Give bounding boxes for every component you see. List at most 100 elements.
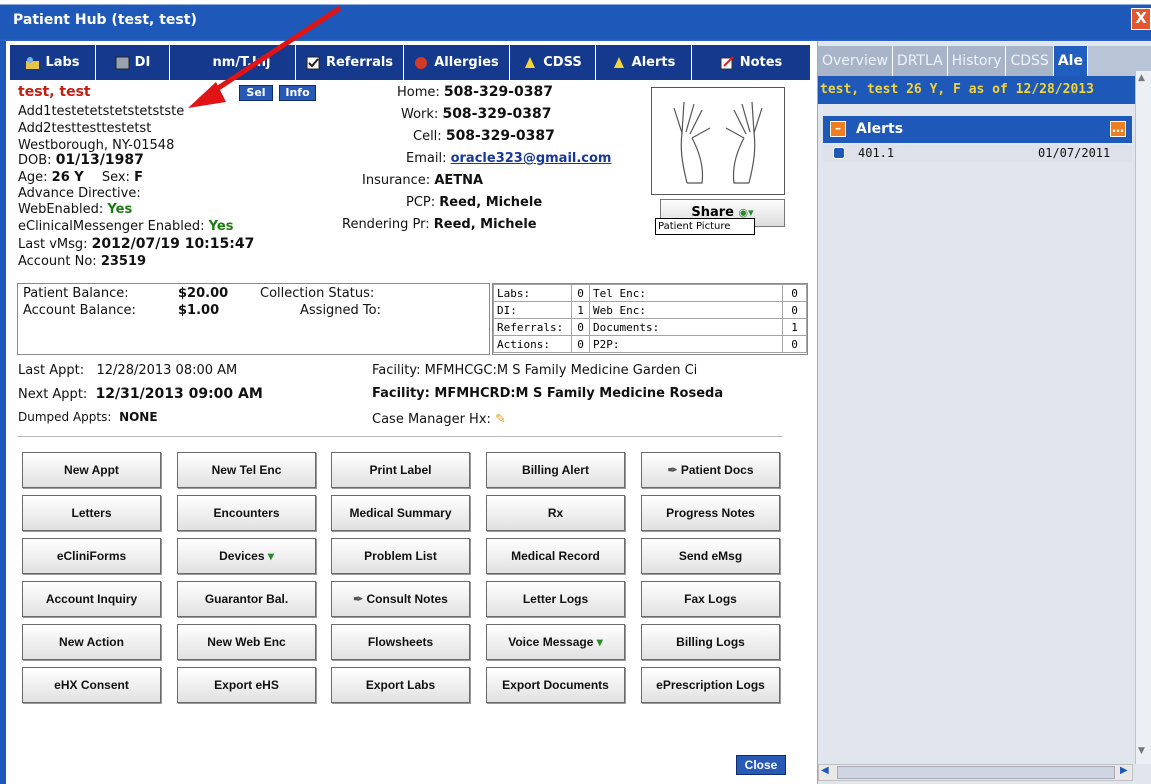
- tab-alerts-side[interactable]: Ale: [1053, 46, 1088, 76]
- devices-button[interactable]: Devices ▾: [177, 538, 316, 574]
- tab-notes[interactable]: Notes: [692, 45, 810, 80]
- paperclip-icon: ✒: [353, 592, 367, 606]
- fax-logs-button[interactable]: Fax Logs: [641, 581, 780, 617]
- button-label: Consult Notes: [366, 592, 448, 606]
- scroll-up-icon[interactable]: ▲: [1138, 73, 1145, 83]
- button-label: ePrescription Logs: [656, 678, 765, 692]
- tab-label: DI: [134, 55, 151, 70]
- tab-drtla[interactable]: DRTLA: [892, 46, 948, 76]
- progress-notes-button[interactable]: Progress Notes: [641, 495, 780, 531]
- count-label: Web Enc:: [589, 301, 783, 319]
- alert-code: 401.1: [858, 146, 895, 160]
- alert-bullet-icon: [833, 147, 845, 159]
- tab-di[interactable]: DI: [96, 45, 170, 80]
- close-button[interactable]: Close: [736, 755, 786, 775]
- last-appt-line: Last Appt: 12/28/2013 08:00 AM: [18, 363, 238, 378]
- last-appt-facility: Facility: MFMHCGC:M S Family Medicine Ga…: [372, 363, 698, 378]
- button-label: New Action: [59, 635, 124, 649]
- sel-button[interactable]: Sel: [239, 85, 273, 101]
- hub-tab-bar: Labs DI nm/T.Inj Referrals Allergies CDS…: [10, 45, 810, 80]
- advance-directive: Advance Directive:: [18, 186, 141, 201]
- scroll-thumb[interactable]: [837, 766, 1115, 779]
- button-label: New Tel Enc: [211, 463, 282, 477]
- tab-allergies[interactable]: Allergies: [404, 45, 510, 80]
- button-label: Problem List: [364, 549, 437, 563]
- info-button[interactable]: Info: [279, 85, 316, 101]
- billing-alert-button[interactable]: Billing Alert: [486, 452, 625, 488]
- more-options-icon[interactable]: …: [1110, 121, 1126, 137]
- tab-cdss[interactable]: CDSS: [510, 45, 596, 80]
- rx-button[interactable]: Rx: [486, 495, 625, 531]
- case-manager-icon[interactable]: ✎: [495, 412, 506, 427]
- medical-record-button[interactable]: Medical Record: [486, 538, 625, 574]
- table-row: DI: 1 Web Enc: 0: [493, 301, 807, 319]
- messenger-line: eClinicalMessenger Enabled: Yes: [18, 219, 234, 234]
- letters-button[interactable]: Letters: [22, 495, 161, 531]
- patient-photo[interactable]: [651, 87, 785, 195]
- button-label: New Web Enc: [207, 635, 286, 649]
- table-row: Referrals: 0 Documents: 1: [493, 318, 807, 336]
- email-line: Email: oracle323@gmail.com: [406, 151, 612, 166]
- patient-balance-value: $20.00: [178, 286, 229, 301]
- window-close-button[interactable]: X: [1131, 8, 1151, 30]
- scroll-down-icon[interactable]: ▼: [1138, 746, 1145, 756]
- send-emsg-button[interactable]: Send eMsg: [641, 538, 780, 574]
- email-link[interactable]: oracle323@gmail.com: [451, 151, 612, 166]
- button-label: Rx: [547, 506, 564, 520]
- new-action-button[interactable]: New Action: [22, 624, 161, 660]
- export-labs-button[interactable]: Export Labs: [331, 667, 470, 703]
- guarantor-bal-button[interactable]: Guarantor Bal.: [177, 581, 316, 617]
- alert-row[interactable]: 401.1 01/07/2011: [823, 145, 1132, 162]
- vertical-scrollbar[interactable]: ▲ ▼: [1135, 71, 1151, 764]
- scroll-right-icon[interactable]: ▶: [1120, 765, 1128, 776]
- medical-summary-button[interactable]: Medical Summary: [331, 495, 470, 531]
- horizontal-scrollbar[interactable]: ◀ ▶: [818, 764, 1133, 781]
- patient-name: test, test: [18, 84, 91, 100]
- new-appt-button[interactable]: New Appt: [22, 452, 161, 488]
- tab-history[interactable]: History: [947, 46, 1007, 76]
- collapse-icon[interactable]: –: [830, 121, 846, 137]
- billing-logs-button[interactable]: Billing Logs: [641, 624, 780, 660]
- address-line-1: Add1testetetstetstetstste: [18, 104, 185, 119]
- eprescription-logs-button[interactable]: ePrescription Logs: [641, 667, 780, 703]
- print-label-button[interactable]: Print Label: [331, 452, 470, 488]
- dumped-appts-line: Dumped Appts: NONE: [18, 410, 158, 424]
- scroll-left-icon[interactable]: ◀: [821, 765, 829, 776]
- button-label: Medical Record: [511, 549, 600, 563]
- button-label: Patient Docs: [680, 463, 754, 477]
- problem-list-button[interactable]: Problem List: [331, 538, 470, 574]
- tab-alerts[interactable]: Alerts: [596, 45, 692, 80]
- tab-overview[interactable]: Overview: [818, 46, 893, 76]
- export-ehs-button[interactable]: Export eHS: [177, 667, 316, 703]
- button-label: Letter Logs: [522, 592, 589, 606]
- ecliniforms-button[interactable]: eCliniForms: [22, 538, 161, 574]
- insurance-line: Insurance: AETNA: [362, 173, 484, 188]
- bell-icon: [613, 56, 624, 68]
- new-web-enc-button[interactable]: New Web Enc: [177, 624, 316, 660]
- flowsheets-button[interactable]: Flowsheets: [331, 624, 470, 660]
- letter-logs-button[interactable]: Letter Logs: [486, 581, 625, 617]
- count-value: 0: [782, 301, 807, 319]
- voice-message-button[interactable]: Voice Message ▾: [486, 624, 625, 660]
- alerts-panel-header: – Alerts …: [823, 116, 1132, 143]
- account-inquiry-button[interactable]: Account Inquiry: [22, 581, 161, 617]
- encounters-button[interactable]: Encounters: [177, 495, 316, 531]
- consult-notes-button[interactable]: ✒ Consult Notes: [331, 581, 470, 617]
- count-label: Actions:: [493, 335, 572, 353]
- bell-icon: [525, 56, 536, 68]
- button-label: New Appt: [64, 463, 119, 477]
- tab-labs[interactable]: Labs: [10, 45, 96, 80]
- divider: [17, 436, 783, 437]
- balance-box: Patient Balance: $20.00 Account Balance:…: [17, 283, 490, 355]
- button-label: Billing Alert: [522, 463, 589, 477]
- tab-cdss-side[interactable]: CDSS: [1006, 46, 1054, 76]
- ehx-consent-button[interactable]: eHX Consent: [22, 667, 161, 703]
- export-documents-button[interactable]: Export Documents: [486, 667, 625, 703]
- alert-date: 01/07/2011: [1038, 146, 1111, 160]
- button-label: Export eHS: [214, 678, 279, 692]
- button-label: Print Label: [369, 463, 432, 477]
- button-label: eHX Consent: [54, 678, 129, 692]
- paperclip-icon: ✒: [667, 463, 681, 477]
- new-tel-enc-button[interactable]: New Tel Enc: [177, 452, 316, 488]
- patient-docs-button[interactable]: ✒ Patient Docs: [641, 452, 780, 488]
